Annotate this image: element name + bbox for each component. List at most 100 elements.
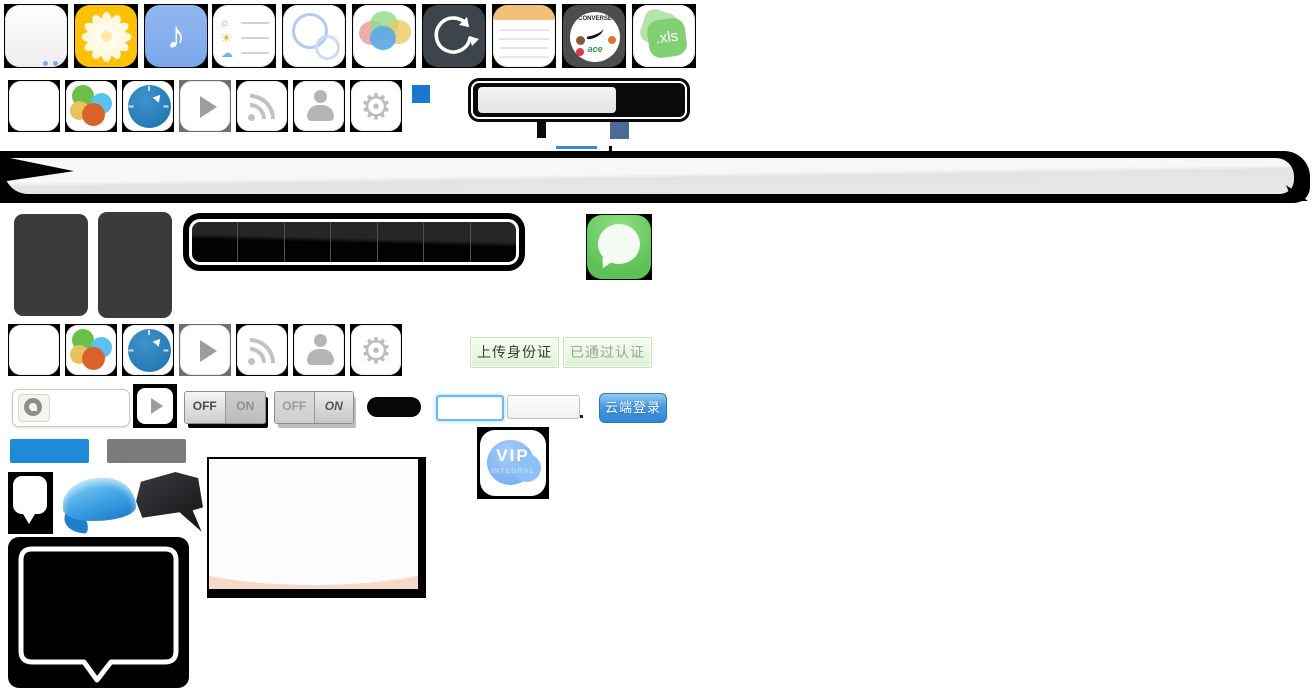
small-ring <box>315 35 340 60</box>
notes-icon[interactable] <box>492 4 556 68</box>
black-tick-artifact <box>537 122 546 138</box>
magnifier-icon <box>24 398 42 416</box>
flower-icon <box>75 5 137 67</box>
play-icon[interactable] <box>179 324 231 376</box>
blank-icon[interactable] <box>8 80 60 132</box>
search-input[interactable] <box>12 389 130 427</box>
play-icon[interactable] <box>179 80 231 132</box>
messages-icon[interactable] <box>586 214 652 280</box>
vip-subtitle: INTEGRAL <box>480 468 546 475</box>
panel-card <box>207 457 426 598</box>
toggle-switch-off[interactable]: OFF ON <box>184 391 266 424</box>
blue-square-swatch <box>412 85 430 103</box>
segment[interactable] <box>331 222 377 262</box>
brands-collage-icon[interactable]: CONVERSE ace <box>562 4 626 68</box>
xls-face: .xls <box>633 5 695 67</box>
person-icon[interactable] <box>293 324 345 376</box>
toggle-off-label[interactable]: OFF <box>185 392 226 423</box>
play-button-tile[interactable] <box>133 384 177 428</box>
gray-rect-button[interactable] <box>107 439 186 463</box>
brand-dot <box>608 36 616 44</box>
gear-icon[interactable]: ⚙ <box>350 80 402 132</box>
globe-clock-icon[interactable] <box>122 80 174 132</box>
vip-integral-icon[interactable]: VIP INTEGRAL <box>477 427 549 499</box>
notes-face <box>493 5 555 67</box>
text-input-focused[interactable] <box>436 395 504 421</box>
globe-clock-icon[interactable] <box>122 324 174 376</box>
blank-app-icon[interactable] <box>4 4 68 68</box>
toggle-on-label[interactable]: ON <box>314 392 354 423</box>
rss-icon[interactable] <box>236 80 288 132</box>
photos-flower-icon[interactable] <box>74 4 138 68</box>
circles-face <box>283 5 345 67</box>
glossy-banner <box>0 151 1310 203</box>
toggle-on-label[interactable]: ON <box>226 392 266 423</box>
messages-face <box>587 215 651 279</box>
text-input[interactable] <box>507 395 580 419</box>
steel-blue-square <box>610 122 629 139</box>
sphere-arrow <box>153 92 164 103</box>
sync-face <box>423 5 485 67</box>
music-note-glyph: ♪ <box>145 5 207 67</box>
segment[interactable] <box>238 222 284 262</box>
xls-file-icon[interactable]: .xls <box>632 4 696 68</box>
music-note-icon[interactable]: ♪ <box>144 4 208 68</box>
circles-icon[interactable] <box>282 4 346 68</box>
person-icon[interactable] <box>293 80 345 132</box>
segment[interactable] <box>192 222 238 262</box>
blank-squircle <box>5 5 67 67</box>
nike-swoosh-icon <box>585 26 605 40</box>
segment[interactable] <box>285 222 331 262</box>
big-speech-bubble <box>8 537 189 688</box>
green-circle-icon: ○ <box>221 16 228 30</box>
gear-glyph: ⚙ <box>351 83 401 131</box>
brands-circle: CONVERSE ace <box>570 12 620 62</box>
bubble-tail <box>23 514 35 524</box>
bubble-body <box>63 478 136 521</box>
segment[interactable] <box>424 222 470 262</box>
toggle-off-label[interactable]: OFF <box>275 392 314 423</box>
segment[interactable] <box>471 222 516 262</box>
chat-bubbles-face <box>353 5 415 67</box>
brands-face: CONVERSE ace <box>563 5 625 67</box>
list-settings-icon[interactable]: ○ ☀ ☁ <box>212 4 276 68</box>
colored-balls-icon[interactable] <box>65 324 117 376</box>
chat-bubbles-icon[interactable] <box>352 4 416 68</box>
blue-sphere <box>128 85 171 128</box>
sun-icon: ☀ <box>221 31 232 45</box>
list-face: ○ ☀ ☁ <box>213 5 275 67</box>
cloud-icon: ☁ <box>221 46 233 60</box>
toggle-switch-on[interactable]: OFF ON <box>274 391 354 424</box>
rss-icon[interactable] <box>236 324 288 376</box>
peach-wave <box>209 559 418 589</box>
vip-face: VIP INTEGRAL <box>480 430 546 496</box>
blank-icon[interactable] <box>8 324 60 376</box>
blue-rect-button[interactable] <box>10 439 89 463</box>
search-bar[interactable] <box>468 78 690 122</box>
verified-button[interactable]: 已通过认证 <box>563 337 652 368</box>
cloud-login-button[interactable]: 云端登录 <box>599 393 667 423</box>
bubble-body <box>13 476 47 514</box>
magnifier-box <box>18 394 50 422</box>
search-bar-ring <box>471 81 687 119</box>
dot-artifact <box>580 415 583 418</box>
segmented-bar-face <box>189 219 519 265</box>
colored-balls-icon[interactable] <box>65 80 117 132</box>
sync-icon[interactable] <box>422 4 486 68</box>
search-field[interactable] <box>478 87 616 113</box>
segment[interactable] <box>378 222 424 262</box>
blue-underline <box>556 146 597 149</box>
brand-ace-label: ace <box>570 44 620 54</box>
xls-label: .xls <box>646 17 689 60</box>
gear-icon[interactable]: ⚙ <box>350 324 402 376</box>
banner-face <box>4 158 1294 194</box>
sync-arrows <box>423 5 485 67</box>
upload-id-button[interactable]: 上传身份证 <box>470 337 559 368</box>
sprite-sheet: ♪ ○ ☀ ☁ <box>0 0 1315 700</box>
notes-header <box>493 5 555 20</box>
white-speech-bubble <box>8 472 53 534</box>
dark-card <box>98 212 172 318</box>
vip-title: VIP <box>480 446 546 466</box>
segmented-black-bar[interactable] <box>186 216 522 268</box>
brand-converse-label: CONVERSE <box>570 16 620 22</box>
